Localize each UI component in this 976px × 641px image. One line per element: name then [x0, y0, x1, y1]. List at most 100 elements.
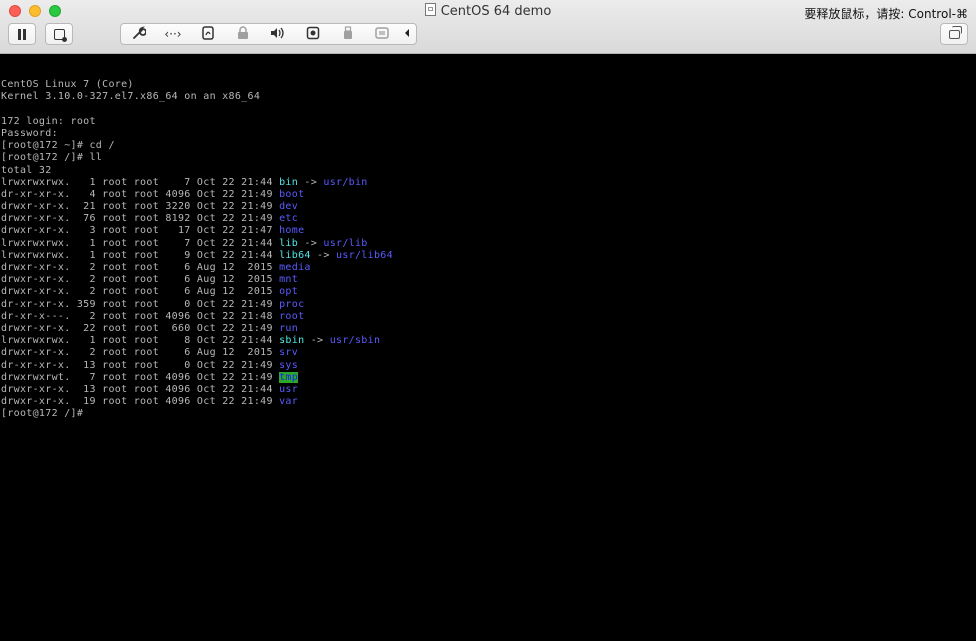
console-entry-name: opt [279, 286, 299, 298]
console-text: drwxr-xr-x. 2 root root 6 Aug 12 2015 [1, 286, 280, 298]
console-entry-name: media [279, 262, 311, 273]
console-output: CentOS Linux 7 (Core) Kernel 3.10.0-327.e… [0, 55, 976, 420]
console-line: CentOS Linux 7 (Core) [1, 79, 976, 91]
console-entry-name: home [279, 225, 305, 237]
console-line: dr-xr-xr-x. 13 root root 0 Oct 22 21:49 … [1, 360, 976, 372]
vm-console-screen[interactable]: CentOS Linux 7 (Core) Kernel 3.10.0-327.e… [0, 55, 976, 641]
console-text: -> [310, 249, 337, 261]
console-entry-name: etc [279, 213, 299, 225]
console-line: dr-xr-xr-x. 4 root root 4096 Oct 22 21:4… [1, 189, 976, 201]
console-text: [root@172 /]# ll [1, 152, 103, 164]
console-line: drwxr-xr-x. 22 root root 660 Oct 22 21:4… [1, 323, 976, 335]
sound-icon [271, 27, 284, 39]
sync-button[interactable] [372, 26, 392, 42]
console-text: lrwxrwxrwx. 1 root root 8 Oct 22 21:44 [1, 335, 280, 347]
lock-icon [238, 26, 248, 39]
console-entry-name: usr/lib64 [336, 249, 393, 261]
restore-window-icon [948, 25, 962, 39]
console-entry-name: dev [279, 201, 299, 213]
close-window-button[interactable] [9, 5, 21, 17]
pause-button[interactable] [8, 23, 36, 45]
wrench-icon [133, 26, 147, 39]
release-mouse-hint: 要释放鼠标，请按: Control-⌘ [804, 7, 968, 21]
console-text: -> [298, 237, 324, 249]
console-text: drwxr-xr-x. 21 root root 3220 Oct 22 21:… [1, 201, 280, 213]
network-button[interactable]: ‹··› [163, 26, 183, 42]
network-icon: ‹··› [164, 27, 182, 41]
window-titlebar: CentOS 64 demo 要释放鼠标，请按: Control-⌘ ‹··› [0, 0, 976, 54]
console-line: drwxr-xr-x. 3 root root 17 Oct 22 21:47 … [1, 225, 976, 237]
shared-folders-icon [202, 26, 214, 40]
console-entry-name: var [279, 396, 299, 408]
console-entry-name: usr/lib [323, 237, 368, 249]
console-text: dr-xr-xr-x. 13 root root 0 Oct 22 21:49 [1, 359, 280, 371]
console-entry-name: root [279, 310, 305, 322]
console-line: dr-xr-xr-x. 359 root root 0 Oct 22 21:49… [1, 299, 976, 311]
sound-button[interactable] [267, 26, 287, 42]
console-entry-name: lib64 [279, 249, 311, 261]
sync-icon [375, 27, 389, 39]
console-text: -> [304, 335, 330, 347]
console-text: dr-xr-xr-x. 4 root root 4096 Oct 22 21:4… [1, 188, 280, 200]
console-line: lrwxrwxrwx. 1 root root 7 Oct 22 21:44 b… [1, 177, 976, 189]
console-text: CentOS Linux 7 (Core) [1, 79, 134, 91]
fullscreen-window-button[interactable] [49, 5, 61, 17]
console-line: total 32 [1, 165, 976, 177]
console-line: 172 login: root [1, 116, 976, 128]
console-entry-name: sys [279, 359, 299, 371]
lock-button[interactable] [233, 26, 253, 42]
console-text: drwxr-xr-x. 19 root root 4096 Oct 22 21:… [1, 396, 280, 408]
console-entry-name: usr [279, 383, 299, 395]
console-text: Kernel 3.10.0-327.el7.x86_64 on an x86_6… [1, 91, 261, 103]
console-line: drwxr-xr-x. 2 root root 6 Aug 12 2015 op… [1, 286, 976, 298]
console-entry-name: boot [279, 188, 305, 200]
console-text: lrwxrwxrwx. 1 root root 7 Oct 22 21:44 [1, 237, 280, 249]
console-line: drwxr-xr-x. 2 root root 6 Aug 12 2015 mn… [1, 274, 976, 286]
console-text: dr-xr-x---. 2 root root 4096 Oct 22 21:4… [1, 310, 280, 322]
console-text: total 32 [1, 164, 52, 176]
console-line: [root@172 /]# [1, 408, 976, 420]
console-text: drwxr-xr-x. 2 root root 6 Aug 12 2015 [1, 347, 280, 359]
console-line: drwxr-xr-x. 13 root root 4096 Oct 22 21:… [1, 384, 976, 396]
console-text: drwxrwxrwt. 7 root root 4096 Oct 22 21:4… [1, 371, 280, 383]
vm-document-icon [424, 3, 436, 16]
usb-icon [344, 26, 352, 39]
snapshot-button[interactable] [45, 23, 73, 45]
console-entry-name: run [279, 322, 299, 334]
console-entry-name: srv [279, 347, 299, 359]
console-line: drwxr-xr-x. 19 root root 4096 Oct 22 21:… [1, 396, 976, 408]
settings-button[interactable] [129, 26, 149, 42]
restore-window-button[interactable] [940, 23, 968, 45]
collapse-toolbar-button[interactable] [400, 26, 414, 42]
camera-button[interactable] [303, 26, 323, 42]
console-entry-name: mnt [279, 274, 299, 286]
console-line: drwxrwxrwt. 7 root root 4096 Oct 22 21:4… [1, 371, 976, 384]
console-entry-name: proc [279, 298, 305, 310]
usb-button[interactable] [338, 26, 358, 42]
console-line: lrwxrwxrwx. 1 root root 7 Oct 22 21:44 l… [1, 238, 976, 250]
shared-folders-button[interactable] [198, 26, 218, 42]
console-text: drwxr-xr-x. 13 root root 4096 Oct 22 21:… [1, 383, 280, 395]
console-line: [root@172 ~]# cd / [1, 140, 976, 152]
console-line: Password: [1, 128, 976, 140]
console-line: [root@172 /]# ll [1, 152, 976, 164]
minimize-window-button[interactable] [29, 5, 41, 17]
window-title-text: CentOS 64 demo [440, 4, 552, 19]
console-text: [root@172 /]# [1, 408, 90, 420]
device-toolbar-group: ‹··› [120, 23, 417, 45]
console-text: drwxr-xr-x. 3 root root 17 Oct 22 21:47 [1, 225, 280, 237]
console-text: drwxr-xr-x. 2 root root 6 Aug 12 2015 [1, 274, 280, 286]
console-line: drwxr-xr-x. 2 root root 6 Aug 12 2015 me… [1, 262, 976, 274]
console-entry-name: tmp [279, 371, 299, 383]
collapse-arrow-icon [405, 29, 409, 37]
console-line: dr-xr-x---. 2 root root 4096 Oct 22 21:4… [1, 311, 976, 323]
console-text: drwxr-xr-x. 22 root root 660 Oct 22 21:4… [1, 322, 280, 334]
console-text: -> [298, 176, 324, 188]
console-text: lrwxrwxrwx. 1 root root 9 Oct 22 21:44 [1, 249, 280, 261]
camera-icon [306, 26, 320, 40]
console-line: lrwxrwxrwx. 1 root root 8 Oct 22 21:44 s… [1, 335, 976, 347]
console-entry-name: usr/sbin [329, 335, 381, 347]
console-text: lrwxrwxrwx. 1 root root 7 Oct 22 21:44 [1, 176, 280, 188]
console-text: drwxr-xr-x. 2 root root 6 Aug 12 2015 [1, 262, 280, 273]
